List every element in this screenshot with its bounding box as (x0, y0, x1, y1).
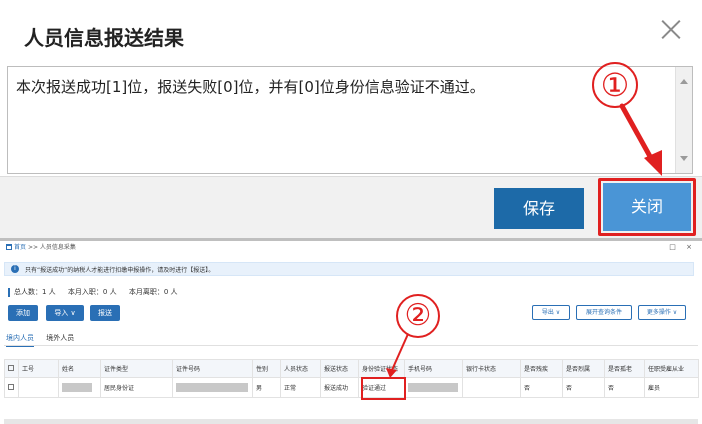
column-header: 是否残疾 (520, 359, 563, 378)
home-icon (6, 244, 12, 250)
table-cell: 否 (604, 377, 645, 398)
name-cell (58, 377, 101, 398)
personnel-info-page: 首页 >> 人员信息采集 □ × i 只有“报送成功”的纳税人才能进行扣缴申报操… (0, 241, 702, 424)
close-icon[interactable] (660, 18, 682, 40)
scroll-down-icon[interactable] (680, 156, 688, 161)
column-header: 人员状态 (280, 359, 321, 378)
arrow-annotation-1 (619, 103, 662, 176)
breadcrumb-separator: >> (27, 244, 38, 251)
redacted-id-number (176, 383, 248, 392)
export-button[interactable]: 导出 ∨ (532, 305, 570, 320)
add-button[interactable]: 添加 (8, 305, 38, 321)
redacted-phone (408, 383, 458, 392)
breadcrumb-home[interactable]: 首页 (14, 244, 26, 251)
table-cell: 男 (252, 377, 281, 398)
submit-report-button[interactable]: 报送 (90, 305, 120, 321)
info-text: 只有“报送成功”的纳税人才能进行扣缴申报操作，请及时进行【报送】。 (25, 267, 215, 274)
breadcrumb: 首页 >> 人员信息采集 (6, 243, 76, 253)
tabs-divider (4, 345, 698, 346)
report-result-dialog: 人员信息报送结果 本次报送成功[1]位，报送失败[0]位，并有[0]位身份信息验… (0, 0, 702, 238)
stat-left: 本月离职：0 人 (128, 288, 178, 296)
breadcrumb-current: 人员信息采集 (39, 244, 76, 251)
message-scrollbar[interactable] (675, 67, 692, 173)
more-actions-button[interactable]: 更多操作 ∨ (638, 305, 686, 320)
table-cell: 正常 (280, 377, 321, 398)
column-header: 性别 (252, 359, 281, 378)
verification-status-highlight (361, 377, 406, 400)
header-checkbox[interactable] (4, 359, 19, 378)
table-cell: 居民身份证 (100, 377, 173, 398)
info-banner: i 只有“报送成功”的纳税人才能进行扣缴申报操作，请及时进行【报送】。 (4, 262, 694, 276)
personnel-table: 工号 姓名 证件类型 证件号码 性别 人员状态 报送状态 身份验证状态 手机号码… (4, 359, 699, 398)
dialog-footer (0, 176, 702, 238)
redacted-name (62, 383, 92, 392)
column-header: 证件类型 (100, 359, 173, 378)
import-button[interactable]: 导入 ∨ (46, 305, 84, 321)
select-all-checkbox[interactable] (8, 364, 14, 371)
phone-cell (404, 377, 463, 398)
column-header: 姓名 (58, 359, 101, 378)
window-controls[interactable]: □ × (669, 243, 696, 251)
save-button[interactable]: 保存 (494, 188, 584, 229)
dialog-title: 人员信息报送结果 (24, 26, 184, 50)
close-button-highlight (598, 178, 696, 236)
column-header: 是否烈属 (562, 359, 605, 378)
column-header: 任职受雇从业 (644, 359, 699, 378)
table-header-row: 工号 姓名 证件类型 证件号码 性别 人员状态 报送状态 身份验证状态 手机号码… (4, 359, 699, 378)
tab-overseas[interactable]: 境外人员 (46, 333, 74, 345)
table-cell: 否 (520, 377, 563, 398)
stat-joined: 本月入职：0 人 (67, 288, 117, 296)
info-icon: i (11, 265, 19, 273)
scroll-up-icon[interactable] (680, 79, 688, 84)
result-message: 本次报送成功[1]位，报送失败[0]位，并有[0]位身份信息验证不通过。 (16, 78, 485, 96)
row-checkbox-cell[interactable] (4, 377, 19, 398)
column-header: 证件号码 (172, 359, 253, 378)
table-cell: 否 (562, 377, 605, 398)
column-header: 是否孤老 (604, 359, 645, 378)
id-number-cell (172, 377, 253, 398)
table-cell (18, 377, 59, 398)
column-header: 银行卡状态 (462, 359, 521, 378)
column-header: 工号 (18, 359, 59, 378)
row-checkbox[interactable] (8, 383, 14, 390)
table-cell: 雇员 (644, 377, 699, 398)
arrow-annotation-2 (386, 333, 409, 378)
table-row[interactable]: 居民身份证 男 正常 报送成功 验证通过 否 否 否 雇员 (4, 377, 699, 398)
table-cell: 报送成功 (320, 377, 359, 398)
stat-total: 总人数：1 人 (14, 288, 56, 296)
result-message-box[interactable]: 本次报送成功[1]位，报送失败[0]位，并有[0]位身份信息验证不通过。 (7, 66, 693, 174)
personnel-stats: 总人数：1 人 本月入职：0 人 本月离职：0 人 (8, 288, 188, 297)
table-horizontal-scrollbar[interactable] (4, 419, 698, 424)
column-header: 报送状态 (320, 359, 359, 378)
table-cell (462, 377, 521, 398)
expand-query-button[interactable]: 展开查询条件 (576, 305, 632, 320)
